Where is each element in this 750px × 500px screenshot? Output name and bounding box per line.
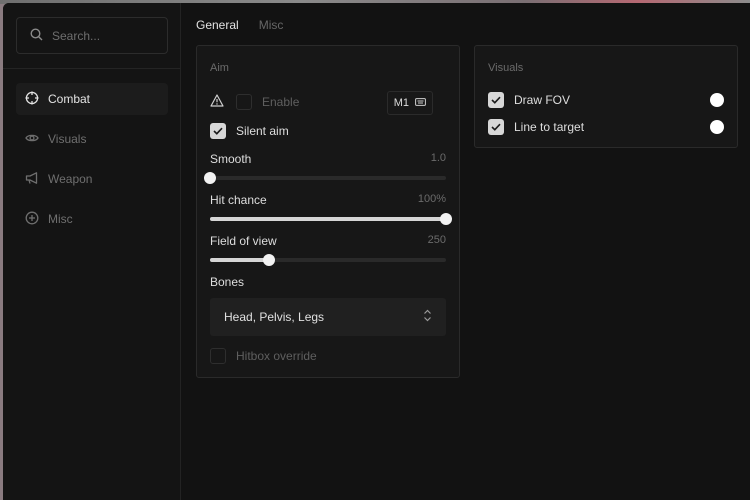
keyboard-icon	[409, 97, 426, 109]
sidebar-item-weapon[interactable]: Weapon	[16, 163, 168, 195]
slider-thumb[interactable]	[263, 254, 275, 266]
chevron-up-down-icon	[423, 309, 432, 325]
sidebar-nav: Combat Visuals Weapon Misc	[16, 83, 168, 243]
sidebar-item-label: Visuals	[48, 132, 87, 146]
draw-fov-checkbox[interactable]	[488, 92, 504, 108]
aim-panel: Aim Enable M1 Silent aim Smooth 1.0 Hit …	[196, 45, 460, 378]
sidebar-divider	[3, 68, 181, 69]
sidebar-item-visuals[interactable]: Visuals	[16, 123, 168, 155]
fov-slider[interactable]	[210, 254, 446, 266]
bones-selected-value: Head, Pelvis, Legs	[224, 310, 325, 324]
plus-circle-icon	[25, 211, 48, 228]
tab-misc[interactable]: Misc	[259, 18, 284, 32]
line-to-target-color-picker[interactable]	[710, 120, 724, 134]
sidebar-item-combat[interactable]: Combat	[16, 83, 168, 115]
megaphone-icon	[25, 171, 48, 188]
bones-select[interactable]: Head, Pelvis, Legs	[210, 298, 446, 336]
silent-aim-label: Silent aim	[236, 124, 289, 138]
sidebar-item-label: Weapon	[48, 172, 93, 186]
hit-chance-slider[interactable]	[210, 213, 452, 225]
slider-thumb[interactable]	[440, 213, 452, 225]
sidebar-item-label: Combat	[48, 92, 91, 106]
app-window: Combat Visuals Weapon Misc	[3, 3, 750, 500]
sidebar: Combat Visuals Weapon Misc	[3, 3, 181, 500]
silent-aim-row: Silent aim	[210, 123, 446, 139]
bones-label: Bones	[210, 275, 245, 289]
enable-label: Enable	[262, 95, 300, 109]
smooth-label: Smooth	[210, 152, 252, 166]
slider-fill	[210, 217, 446, 221]
crosshair-icon	[25, 91, 48, 108]
smooth-slider[interactable]	[204, 172, 446, 184]
fov-value: 250	[427, 234, 446, 246]
smooth-header: Smooth 1.0	[210, 152, 446, 166]
tab-bar: General Misc	[196, 18, 303, 32]
hit-chance-header: Hit chance 100%	[210, 193, 446, 207]
enable-row: Enable M1	[210, 91, 446, 115]
check-icon	[213, 127, 223, 135]
aim-panel-title: Aim	[210, 62, 229, 74]
hit-chance-value: 100%	[417, 193, 446, 205]
hitbox-override-checkbox[interactable]	[210, 348, 226, 364]
silent-aim-checkbox[interactable]	[210, 123, 226, 139]
enable-checkbox[interactable]	[236, 94, 252, 110]
keybind-label: M1	[393, 97, 409, 109]
slider-thumb[interactable]	[204, 172, 216, 184]
sidebar-item-label: Misc	[48, 212, 73, 226]
draw-fov-row: Draw FOV	[488, 92, 724, 108]
search-input[interactable]	[52, 28, 152, 43]
check-icon	[491, 123, 501, 131]
check-icon	[491, 96, 501, 104]
draw-fov-color-picker[interactable]	[710, 93, 724, 107]
tab-general[interactable]: General	[196, 18, 239, 32]
warning-icon	[210, 94, 224, 110]
slider-fill	[210, 258, 269, 262]
sidebar-item-misc[interactable]: Misc	[16, 203, 168, 235]
hit-chance-label: Hit chance	[210, 193, 267, 207]
line-to-target-label: Line to target	[514, 120, 585, 134]
fov-header: Field of view 250	[210, 234, 446, 248]
search-icon	[30, 27, 43, 44]
line-to-target-row: Line to target	[488, 119, 724, 135]
bones-header: Bones	[210, 275, 446, 289]
hitbox-override-label: Hitbox override	[236, 349, 317, 363]
search-box[interactable]	[16, 17, 168, 54]
visuals-panel: Visuals Draw FOV Line to target	[474, 45, 738, 148]
visuals-panel-title: Visuals	[488, 62, 524, 74]
keybind-button[interactable]: M1	[386, 91, 433, 115]
smooth-value: 1.0	[430, 152, 446, 164]
draw-fov-label: Draw FOV	[514, 93, 571, 107]
fov-label: Field of view	[210, 234, 277, 248]
hitbox-override-row: Hitbox override	[210, 348, 446, 364]
line-to-target-checkbox[interactable]	[488, 119, 504, 135]
eye-icon	[25, 131, 48, 148]
